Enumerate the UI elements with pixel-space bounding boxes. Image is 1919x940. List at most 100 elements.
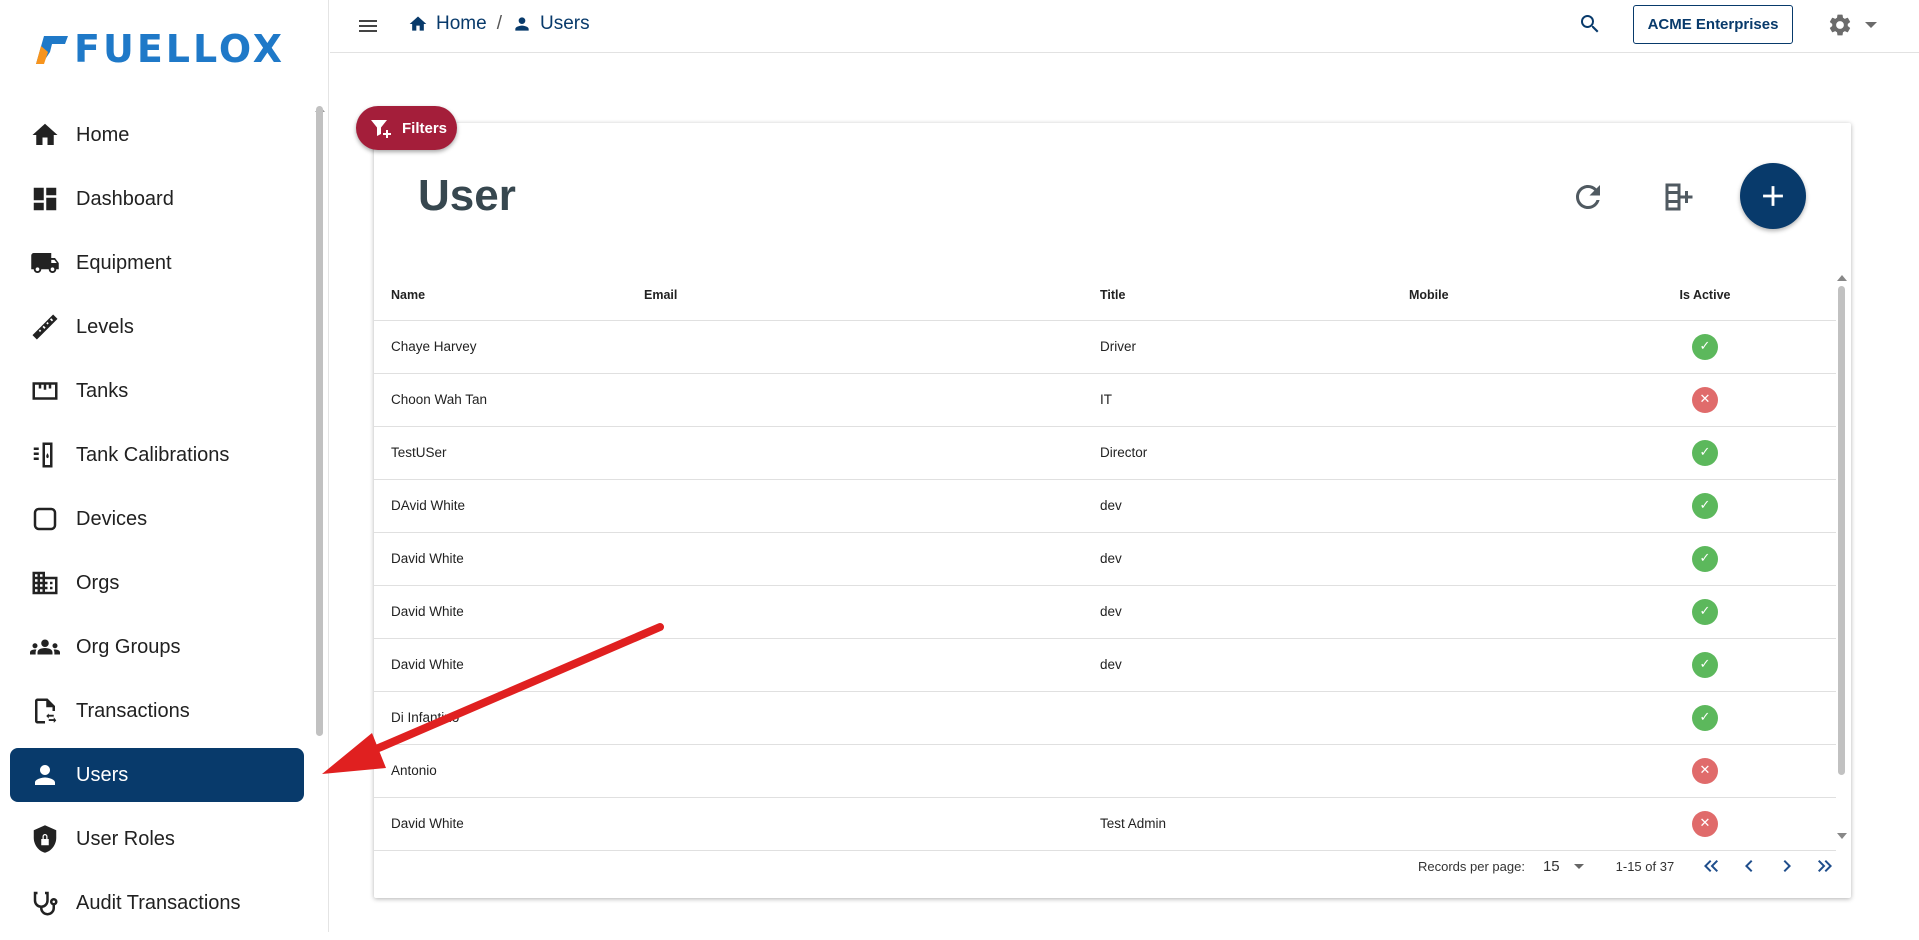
column-header-mobile[interactable]: Mobile <box>1392 271 1574 321</box>
cell-is-active: ✓ <box>1574 532 1836 586</box>
table-row[interactable]: Antonio ✕ <box>374 744 1836 798</box>
sidebar-item-org-groups[interactable]: Org Groups <box>10 620 304 674</box>
stethoscope-icon <box>30 888 60 918</box>
cell-email <box>627 426 1083 480</box>
table-row[interactable]: DAvid White dev ✓ <box>374 479 1836 533</box>
table-row[interactable]: TestUSer Director ✓ <box>374 426 1836 480</box>
table-row[interactable]: David White Test Admin ✕ <box>374 797 1836 851</box>
org-selector-button[interactable]: ACME Enterprises <box>1633 5 1793 44</box>
cell-name: DAvid White <box>374 479 627 533</box>
cell-is-active: ✕ <box>1574 797 1836 851</box>
previous-page-button[interactable] <box>1736 853 1762 879</box>
table-row[interactable]: David White dev ✓ <box>374 585 1836 639</box>
table-scroll-up[interactable] <box>1837 275 1847 281</box>
cell-name: David White <box>374 532 627 586</box>
sidebar-item-label: Equipment <box>76 251 172 274</box>
hamburger-icon <box>359 20 377 32</box>
cell-is-active: ✓ <box>1574 585 1836 639</box>
sidebar-item-label: Tanks <box>76 379 129 402</box>
group-icon <box>30 632 60 662</box>
pagination: Records per page: 15 1-15 of 37 <box>1418 853 1838 879</box>
breadcrumb-separator: / <box>496 13 502 34</box>
truck-icon <box>30 248 60 278</box>
column-header-name[interactable]: Name <box>374 271 627 321</box>
breadcrumb: Home / Users <box>408 13 590 35</box>
records-per-page-select[interactable]: 15 <box>1543 858 1560 875</box>
check-circle-icon: ✓ <box>1692 704 1718 731</box>
sidebar-item-tanks[interactable]: Tanks <box>10 364 304 418</box>
filters-button[interactable]: Filters <box>356 106 457 150</box>
sidebar-item-transactions[interactable]: Transactions <box>10 684 304 738</box>
cell-email <box>627 797 1083 851</box>
sidebar-item-tank-calibrations[interactable]: Tank Calibrations <box>10 428 304 482</box>
check-circle-icon: ✓ <box>1692 598 1718 625</box>
sidebar-item-label: Devices <box>76 507 148 530</box>
cell-title: Test Admin <box>1083 797 1392 851</box>
cell-is-active: ✕ <box>1574 744 1836 798</box>
sidebar-scrollbar[interactable] <box>316 106 323 736</box>
cell-email <box>627 479 1083 533</box>
last-page-button[interactable] <box>1812 853 1838 879</box>
table-scroll-down[interactable] <box>1837 833 1847 839</box>
column-header-is-active[interactable]: Is Active <box>1574 271 1836 321</box>
filter-add-icon <box>371 120 391 138</box>
sidebar-item-users[interactable]: Users <box>10 748 304 802</box>
table-row[interactable]: Di Infantino ✓ <box>374 691 1836 745</box>
breadcrumb-users[interactable]: Users <box>540 13 590 35</box>
sidebar-item-dashboard[interactable]: Dashboard <box>10 172 304 226</box>
home-icon <box>30 120 60 150</box>
cell-mobile <box>1392 479 1574 533</box>
cell-is-active: ✓ <box>1574 638 1836 692</box>
table-row[interactable]: Choon Wah Tan IT ✕ <box>374 373 1836 427</box>
cell-title: dev <box>1083 638 1392 692</box>
chevron-down-icon[interactable] <box>1573 863 1584 869</box>
cell-title: IT <box>1083 373 1392 427</box>
settings-menu[interactable] <box>1827 12 1877 38</box>
double-chevron-left-icon <box>1704 860 1719 872</box>
cell-name: Di Infantino <box>374 691 627 745</box>
refresh-button[interactable] <box>1570 179 1606 215</box>
add-column-icon <box>1665 183 1693 211</box>
check-circle-icon: ✓ <box>1692 545 1718 572</box>
search-button[interactable] <box>1578 12 1606 40</box>
sidebar-item-orgs[interactable]: Orgs <box>10 556 304 610</box>
ruler-icon <box>30 312 60 342</box>
check-circle-icon: ✓ <box>1692 333 1718 360</box>
table-row[interactable]: Chaye Harvey Driver ✓ <box>374 320 1836 374</box>
cell-mobile <box>1392 426 1574 480</box>
column-header-email[interactable]: Email <box>627 271 1083 321</box>
sidebar-item-levels[interactable]: Levels <box>10 300 304 354</box>
sidebar-item-user-roles[interactable]: User Roles <box>10 812 304 866</box>
sidebar-item-home[interactable]: Home <box>10 108 304 162</box>
cell-name: Chaye Harvey <box>374 320 627 374</box>
sidebar-item-audit-transactions[interactable]: Audit Transactions <box>10 876 304 930</box>
sidebar-item-devices[interactable]: Devices <box>10 492 304 546</box>
add-user-button[interactable] <box>1740 163 1806 229</box>
table-scrollbar[interactable] <box>1838 286 1845 775</box>
cell-name: Antonio <box>374 744 627 798</box>
add-column-button[interactable] <box>1661 179 1699 217</box>
fuellox-logo[interactable]: FUELLOX <box>32 26 285 72</box>
x-circle-icon: ✕ <box>1692 810 1718 837</box>
sidebar-nav: Home Dashboard Equipment Levels Tanks Ta… <box>10 108 304 940</box>
sidebar-item-equipment[interactable]: Equipment <box>10 236 304 290</box>
cell-name: David White <box>374 638 627 692</box>
first-page-button[interactable] <box>1698 853 1724 879</box>
chevron-right-icon <box>1783 860 1792 872</box>
top-bar: Home / Users ACME Enterprises <box>330 0 1919 53</box>
gear-icon <box>1829 14 1851 36</box>
breadcrumb-home[interactable]: Home <box>436 13 487 35</box>
dashboard-icon <box>30 184 60 214</box>
cell-is-active: ✓ <box>1574 320 1836 374</box>
records-per-page-label: Records per page: <box>1418 858 1525 874</box>
check-circle-icon: ✓ <box>1692 651 1718 678</box>
table-row[interactable]: David White dev ✓ <box>374 532 1836 586</box>
table-row[interactable]: David White dev ✓ <box>374 638 1836 692</box>
users-table: Name Email Title Mobile Is Active Chaye … <box>374 271 1836 851</box>
next-page-button[interactable] <box>1774 853 1800 879</box>
column-header-title[interactable]: Title <box>1083 271 1392 321</box>
users-card: User Name Email Title Mobile Is Active C… <box>374 123 1851 898</box>
menu-toggle-button[interactable] <box>354 12 382 40</box>
double-chevron-right-icon <box>1818 860 1833 872</box>
cell-is-active: ✓ <box>1574 691 1836 745</box>
